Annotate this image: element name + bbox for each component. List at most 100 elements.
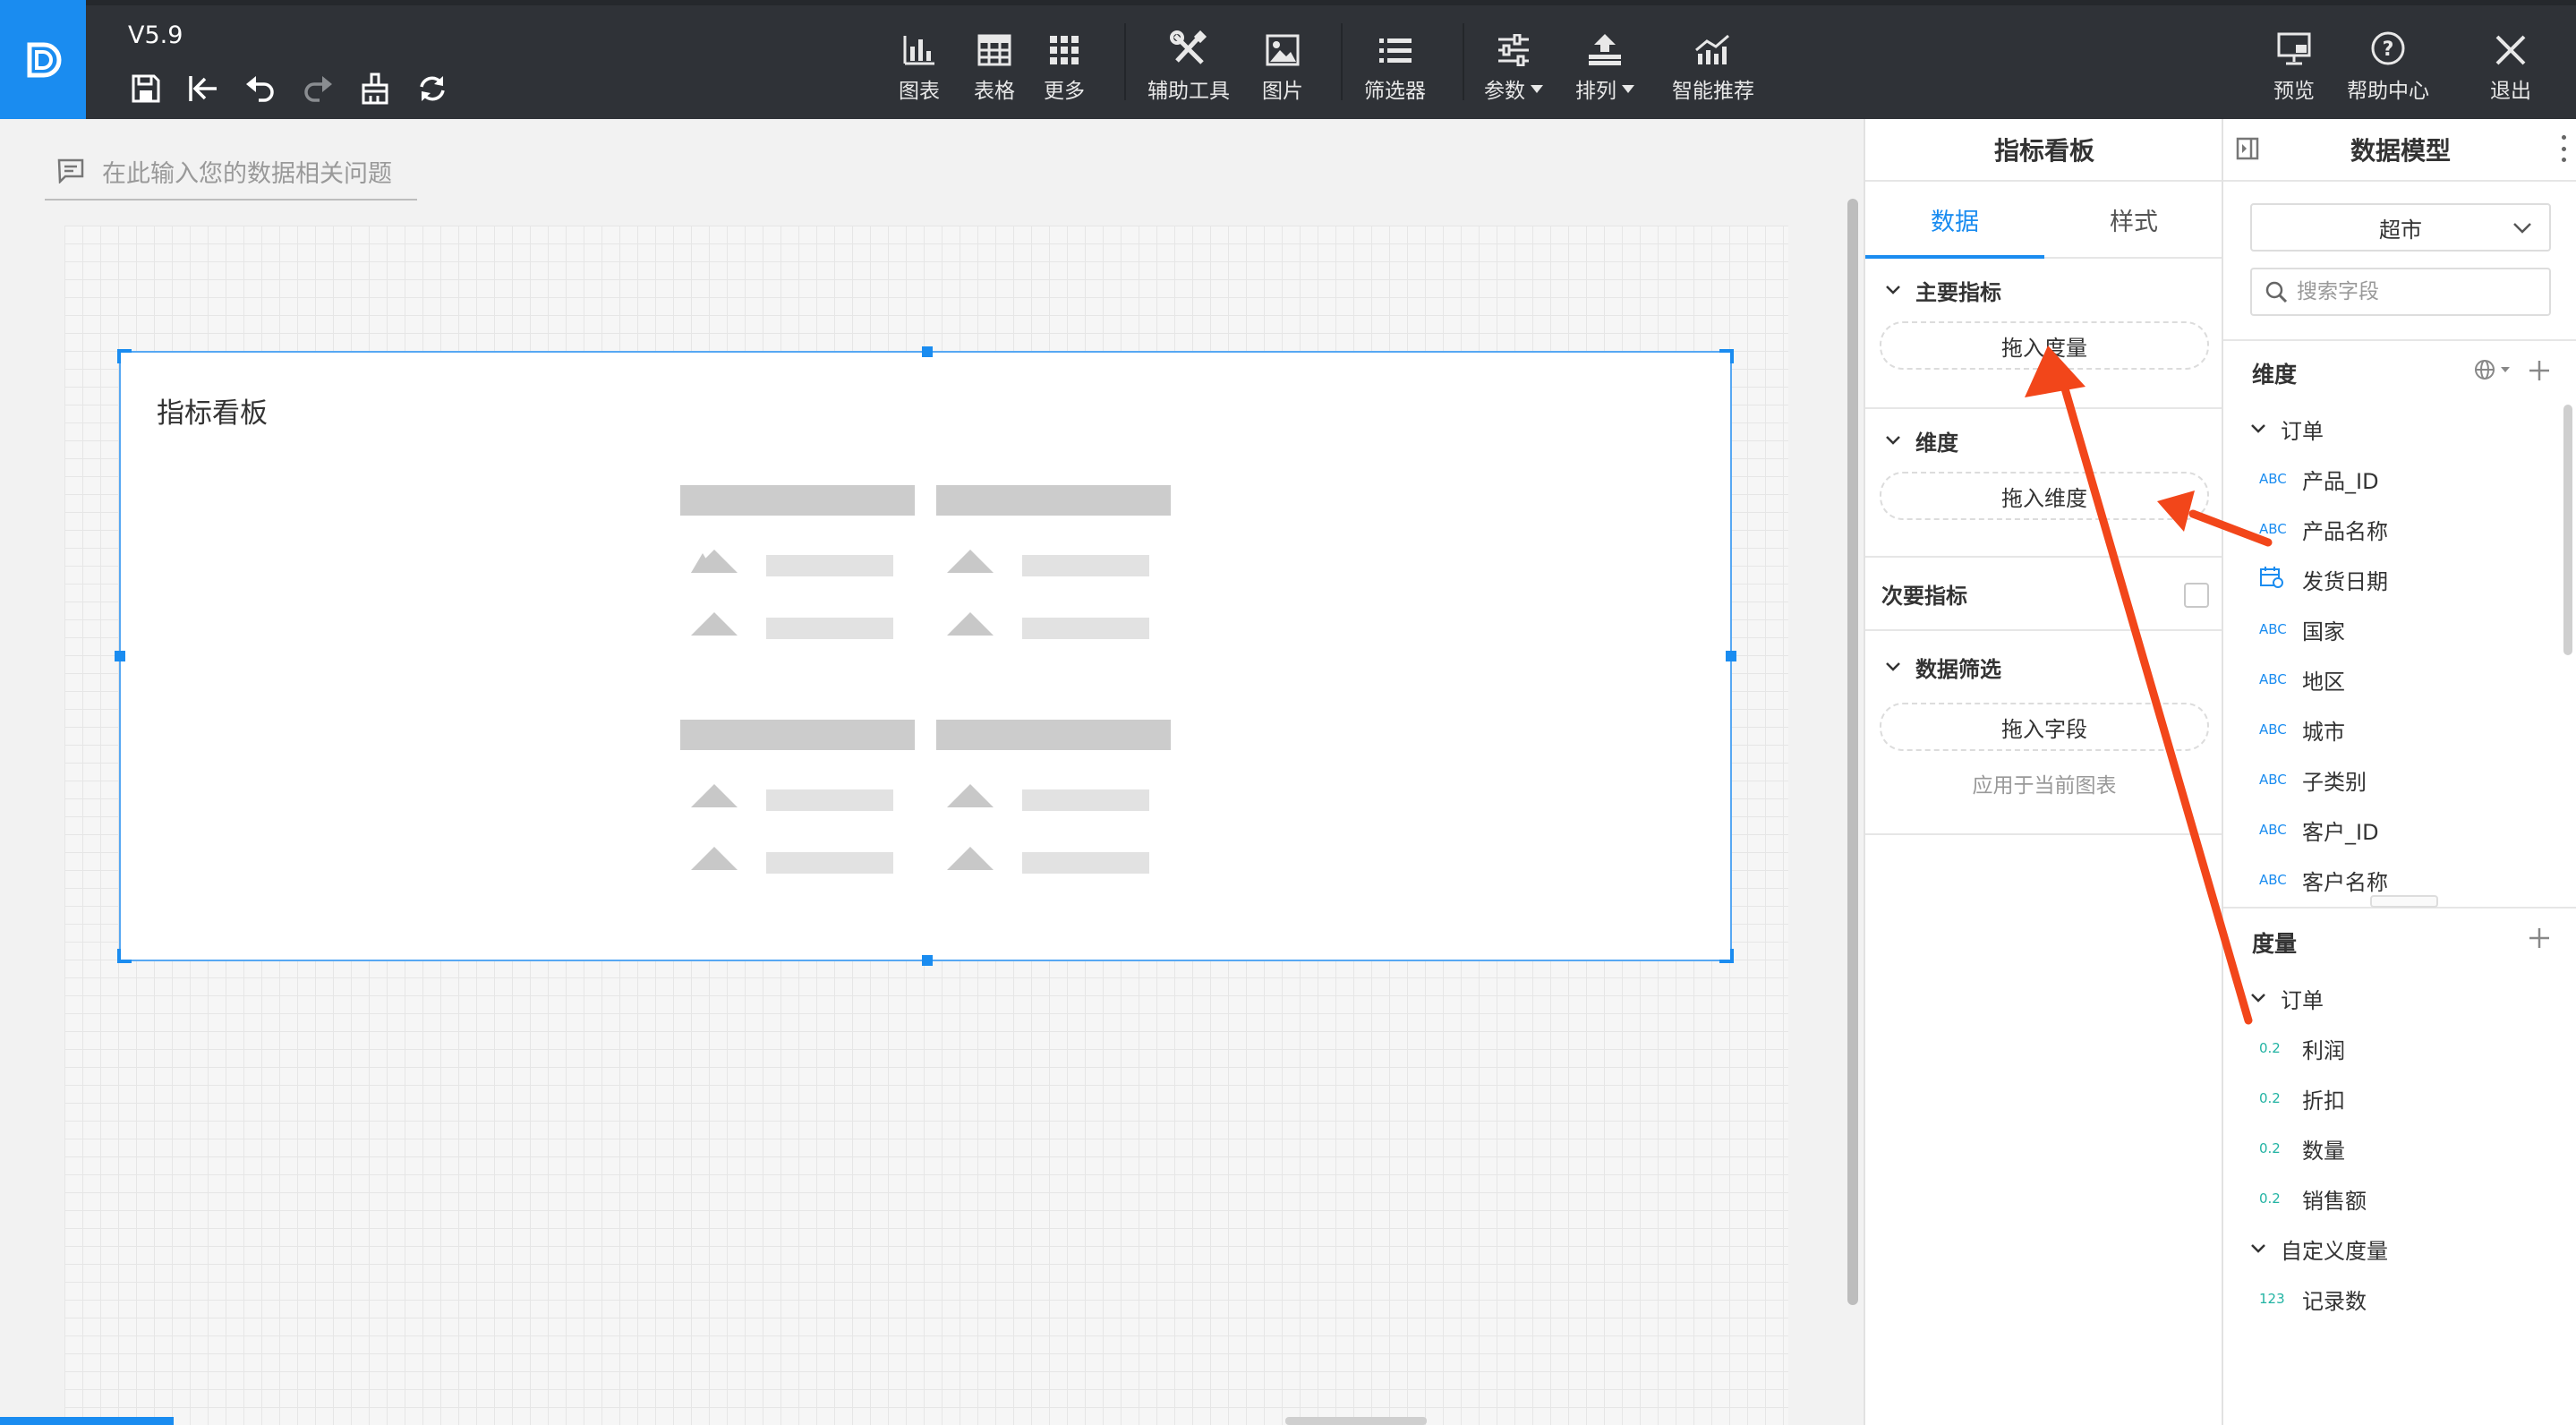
chart-button[interactable]: 图表: [899, 27, 940, 104]
decimal-type-icon: 0.2: [2259, 1140, 2281, 1156]
dimension-header[interactable]: 维度: [1865, 409, 2223, 472]
search-icon: [2265, 281, 2288, 303]
metric-board-widget[interactable]: 指标看板: [115, 346, 1736, 966]
refresh-button[interactable]: [412, 68, 453, 109]
field-label: 利润: [2302, 1037, 2345, 1063]
data-filter-header[interactable]: 数据筛选: [1865, 631, 2223, 703]
add-measure-icon[interactable]: [2528, 926, 2551, 950]
ask-question-bar[interactable]: 在此输入您的数据相关问题: [45, 143, 417, 201]
more-button[interactable]: 更多: [1044, 27, 1085, 104]
collapse-panel-icon[interactable]: [2236, 137, 2259, 160]
arrange-label: 排列: [1575, 80, 1616, 103]
globe-icon[interactable]: [2474, 359, 2513, 380]
measure-field[interactable]: 0.2 数量: [2223, 1123, 2563, 1173]
help-center-button[interactable]: ? 帮助中心: [2347, 27, 2429, 104]
save-icon: [132, 74, 160, 103]
dataset-select[interactable]: 超市: [2250, 203, 2551, 252]
field-label: 产品_ID: [2302, 468, 2379, 494]
version-label: V5.9: [128, 21, 183, 49]
main-metric-header[interactable]: 主要指标: [1865, 259, 2223, 321]
group-label: 自定义度量: [2281, 1238, 2388, 1264]
smart-recommend-button[interactable]: 智能推荐: [1672, 27, 1754, 104]
dimension-field[interactable]: ABC 产品_ID: [2223, 454, 2563, 504]
app-logo[interactable]: [0, 0, 86, 119]
exit-button[interactable]: 退出: [2490, 27, 2531, 104]
preview-label: 预览: [2273, 80, 2315, 103]
tab-data[interactable]: 数据: [1865, 182, 2044, 257]
measure-field[interactable]: 0.2 利润: [2223, 1023, 2563, 1073]
filter-label: 筛选器: [1364, 80, 1426, 103]
dimension-group-orders[interactable]: 订单: [2223, 404, 2563, 454]
resize-corner-bottom-right[interactable]: [1718, 947, 1734, 963]
resize-handle-top[interactable]: [922, 346, 933, 357]
measure-field[interactable]: 0.2 折扣: [2223, 1073, 2563, 1123]
exit-label: 退出: [2490, 80, 2531, 103]
calendar-icon: [2260, 567, 2283, 588]
resize-handle-right[interactable]: [1726, 651, 1736, 661]
dimension-field[interactable]: ABC 客户_ID: [2223, 805, 2563, 855]
field-label: 客户_ID: [2302, 819, 2379, 845]
dataset-select-value: 超市: [2379, 217, 2422, 243]
chart-label: 图表: [899, 80, 940, 103]
format-brush-button[interactable]: [354, 68, 396, 109]
drop-field-zone[interactable]: 拖入字段: [1880, 703, 2209, 751]
measure-field[interactable]: 123 记录数: [2223, 1274, 2563, 1324]
quick-tools: [125, 68, 453, 109]
dimension-field[interactable]: ABC 产品名称: [2223, 504, 2563, 554]
secondary-metric-checkbox[interactable]: [2184, 583, 2209, 608]
dimension-resize-grip[interactable]: [2370, 895, 2438, 908]
dimension-field[interactable]: ABC 国家: [2223, 604, 2563, 654]
secondary-metric-header: 次要指标: [1865, 558, 2223, 629]
measure-group-orders[interactable]: 订单: [2223, 973, 2563, 1023]
redo-icon: [304, 76, 332, 102]
field-label: 发货日期: [2302, 568, 2388, 594]
measure-field[interactable]: 0.2 销售额: [2223, 1173, 2563, 1224]
resize-handle-bottom[interactable]: [922, 955, 933, 966]
field-label: 国家: [2302, 619, 2345, 644]
field-label: 数量: [2302, 1138, 2345, 1164]
filter-button[interactable]: 筛选器: [1364, 27, 1426, 104]
image-button[interactable]: 图片: [1262, 27, 1303, 104]
toolbar-top-line: [0, 0, 2576, 5]
field-search: [2250, 268, 2551, 316]
resize-handle-left[interactable]: [115, 651, 125, 661]
redo-button[interactable]: [297, 68, 338, 109]
more-vertical-icon[interactable]: [2560, 135, 2567, 162]
string-type-icon: ABC: [2259, 621, 2287, 637]
trend-chart-icon: [1695, 34, 1729, 64]
dimension-field[interactable]: ABC 城市: [2223, 704, 2563, 755]
field-search-input[interactable]: [2295, 279, 2540, 304]
dimension-field[interactable]: ABC 子类别: [2223, 755, 2563, 805]
drop-dimension-zone[interactable]: 拖入维度: [1880, 472, 2209, 520]
back-to-start-button[interactable]: [183, 68, 224, 109]
string-type-icon: ABC: [2259, 872, 2287, 888]
aux-tools-button[interactable]: 辅助工具: [1147, 27, 1230, 104]
canvas-horizontal-scrollbar[interactable]: [1285, 1417, 1427, 1425]
table-button[interactable]: 表格: [974, 27, 1015, 104]
params-button[interactable]: 参数: [1484, 27, 1543, 104]
drop-measure-zone[interactable]: 拖入度量: [1880, 321, 2209, 370]
arrange-button[interactable]: 排列: [1575, 27, 1634, 104]
resize-corner-top-left[interactable]: [117, 349, 133, 365]
dimension-field[interactable]: 发货日期: [2223, 554, 2563, 604]
tools-icon: [1170, 30, 1207, 64]
save-button[interactable]: [125, 68, 166, 109]
logo-icon: [27, 42, 62, 77]
apply-to-chart-hint: 应用于当前图表: [1972, 774, 2117, 798]
undo-button[interactable]: [240, 68, 281, 109]
config-panel-title: 指标看板: [1865, 119, 2223, 182]
field-list-scrollbar[interactable]: [2563, 405, 2572, 655]
dimension-field[interactable]: ABC 地区: [2223, 654, 2563, 704]
string-type-icon: ABC: [2259, 822, 2287, 838]
resize-corner-top-right[interactable]: [1718, 349, 1734, 365]
chevron-down-icon: [2251, 424, 2265, 433]
resize-corner-bottom-left[interactable]: [117, 947, 133, 963]
canvas-vertical-scrollbar[interactable]: [1847, 199, 1858, 1305]
preview-button[interactable]: 预览: [2273, 27, 2315, 104]
undo-icon: [246, 76, 274, 102]
add-dimension-icon[interactable]: [2528, 359, 2551, 382]
placeholder-block: [680, 720, 915, 874]
measure-group-custom[interactable]: 自定义度量: [2223, 1224, 2563, 1274]
secondary-metric-title: 次要指标: [1881, 583, 1967, 609]
tab-style[interactable]: 样式: [2044, 182, 2223, 257]
